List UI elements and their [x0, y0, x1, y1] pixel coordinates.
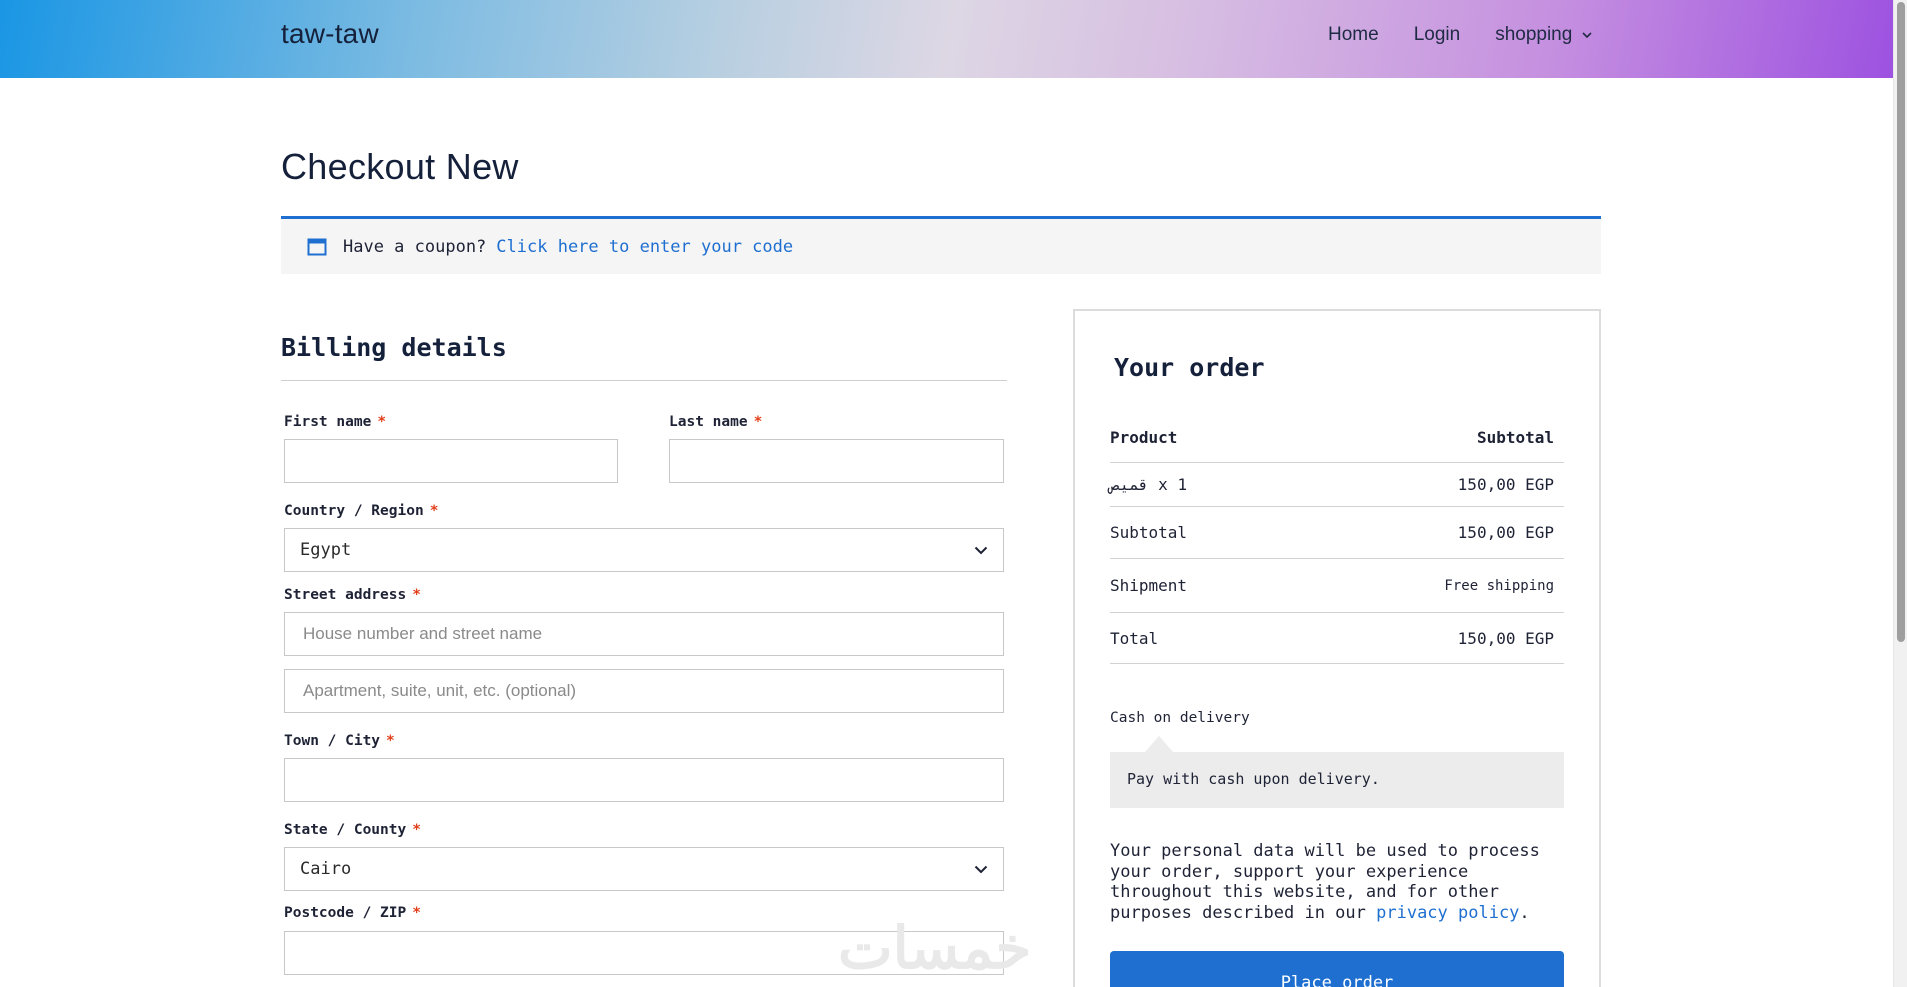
subtotal-value: 150,00 EGP — [1457, 523, 1554, 542]
order-item-row: قميص x 1 150,00 EGP — [1110, 475, 1564, 494]
postcode-label: Postcode / ZIP * — [284, 905, 421, 921]
order-table-header: Product Subtotal — [1110, 428, 1564, 447]
shipment-label: Shipment — [1110, 576, 1188, 595]
coupon-notice: Have a coupon? Click here to enter your … — [281, 216, 1601, 274]
order-heading: Your order — [1114, 353, 1265, 382]
coupon-link[interactable]: Click here to enter your code — [496, 237, 793, 257]
order-divider — [1110, 506, 1564, 507]
city-label: Town / City * — [284, 733, 395, 749]
main-nav: Home Login shopping — [1328, 24, 1594, 46]
page-title: Checkout New — [281, 146, 519, 187]
country-select[interactable]: Egypt — [284, 528, 1004, 572]
payment-description: Pay with cash upon delivery. — [1110, 752, 1564, 808]
billing-divider — [281, 380, 1007, 381]
column-product: Product — [1110, 428, 1178, 447]
column-subtotal: Subtotal — [1476, 428, 1554, 447]
order-divider — [1110, 612, 1564, 613]
order-divider — [1110, 663, 1564, 664]
payment-box-pointer — [1145, 736, 1173, 752]
street-address-input[interactable] — [284, 612, 1004, 656]
chevron-down-icon — [974, 865, 988, 874]
order-divider — [1110, 462, 1564, 463]
payment-method-label[interactable]: Cash on delivery — [1110, 710, 1250, 726]
billing-heading: Billing details — [281, 333, 507, 362]
shipment-row: Shipment Free shipping — [1110, 576, 1564, 595]
total-value: 150,00 EGP — [1457, 629, 1554, 648]
city-input[interactable] — [284, 758, 1004, 802]
window-icon — [307, 238, 327, 255]
state-label: State / County * — [284, 822, 421, 838]
scrollbar-thumb[interactable] — [1897, 2, 1905, 642]
nav-item-shopping-label: shopping — [1495, 24, 1573, 45]
order-item-qty: x 1 — [1158, 475, 1188, 494]
state-select[interactable]: Cairo — [284, 847, 1004, 891]
order-divider — [1110, 558, 1564, 559]
nav-item-shopping[interactable]: shopping — [1495, 24, 1594, 46]
country-value: Egypt — [300, 540, 352, 560]
state-value: Cairo — [300, 859, 352, 879]
nav-item-home[interactable]: Home — [1328, 24, 1379, 46]
privacy-policy-link[interactable]: privacy policy — [1376, 903, 1519, 923]
nav-item-login[interactable]: Login — [1414, 24, 1461, 46]
watermark-logo: خمسات — [838, 916, 1032, 981]
order-item: قميص x 1 — [1110, 475, 1187, 494]
chevron-down-icon — [974, 546, 988, 555]
order-item-name: قميص — [1110, 475, 1149, 494]
country-label: Country / Region * — [284, 503, 439, 519]
first-name-label: First name * — [284, 414, 387, 430]
privacy-end: . — [1519, 902, 1530, 923]
page-scrollbar[interactable] — [1893, 0, 1907, 987]
site-header: taw-taw Home Login shopping — [0, 0, 1893, 78]
subtotal-row: Subtotal 150,00 EGP — [1110, 523, 1564, 542]
total-row: Total 150,00 EGP — [1110, 629, 1564, 648]
first-name-input[interactable] — [284, 439, 618, 483]
street-address-label: Street address * — [284, 587, 421, 603]
street-address-2-input[interactable] — [284, 669, 1004, 713]
last-name-input[interactable] — [669, 439, 1004, 483]
shipment-value: Free shipping — [1444, 578, 1554, 594]
chevron-down-icon — [1582, 32, 1592, 39]
coupon-text: Have a coupon? — [343, 236, 487, 257]
place-order-button[interactable]: Place order — [1110, 951, 1564, 987]
subtotal-label: Subtotal — [1110, 523, 1188, 542]
total-label: Total — [1110, 629, 1159, 648]
privacy-notice: Your personal data will be used to proce… — [1110, 841, 1570, 923]
last-name-label: Last name * — [669, 414, 763, 430]
order-item-price: 150,00 EGP — [1457, 475, 1554, 494]
site-title[interactable]: taw-taw — [281, 18, 379, 50]
